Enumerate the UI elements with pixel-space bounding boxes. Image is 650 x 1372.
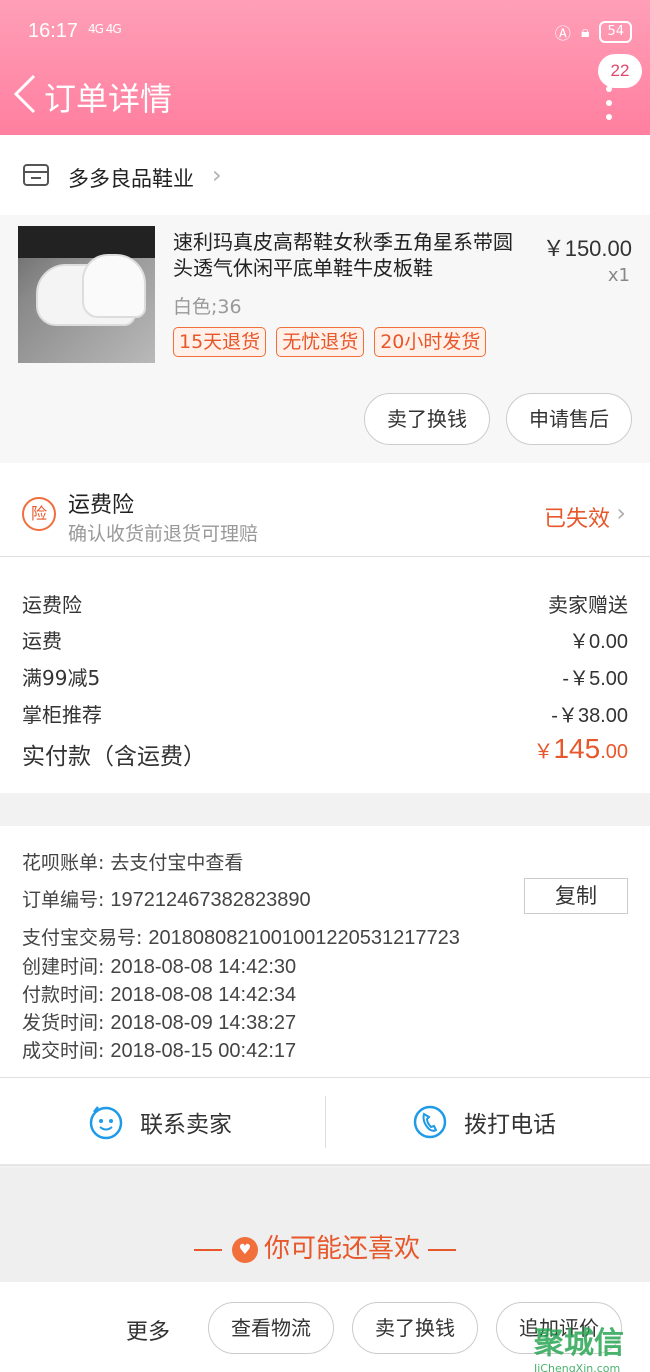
insurance-title: 运费险 (68, 493, 135, 518)
view-logistics-button[interactable]: 查看物流 (208, 1302, 334, 1354)
heart-icon: ♥ (231, 1236, 258, 1263)
chevron-right-icon: › (212, 161, 222, 189)
info-alipay-no: 支付宝交易号: 2018080821001001220531217723 (22, 927, 460, 949)
status-icons: Ⓐ 🔒︎ 54 (555, 20, 632, 44)
info-order-no: 订单编号: 197212467382823890 (22, 889, 311, 911)
total-row: 实付款（含运费） ￥145.00 (22, 733, 628, 773)
cost-label: 掌柜推荐 (22, 703, 102, 727)
more-button[interactable]: 更多 (126, 1314, 170, 1346)
recommend-section: ♥ 你可能还喜欢 (0, 1168, 650, 1282)
contact-bar: 联系卖家 拨打电话 (0, 1078, 650, 1166)
contact-seller-button[interactable]: 联系卖家 (88, 1078, 232, 1166)
huabei-link[interactable]: 去支付宝中查看 (110, 852, 243, 874)
service-tags: 15天退货 无忧退货 20小时发货 (173, 327, 487, 357)
after-sale-button[interactable]: 申请售后 (506, 393, 632, 445)
app-header: 16:17 4G 4G Ⓐ 🔒︎ 54 22 订单详情 (0, 0, 650, 135)
copy-button[interactable]: 复制 (524, 878, 628, 914)
info-created: 创建时间: 2018-08-08 14:42:30 (22, 956, 297, 978)
order-item[interactable]: 速利玛真皮高帮鞋女秋季五角星系带圆头透气休闲平底单鞋牛皮板鞋 ￥150.00 x… (0, 215, 650, 463)
signal-indicator: 4G 4G (88, 22, 122, 36)
status-bar: 16:17 4G 4G Ⓐ 🔒︎ 54 (0, 0, 650, 62)
info-shipped: 发货时间: 2018-08-09 14:38:27 (22, 1012, 297, 1034)
info-paid: 付款时间: 2018-08-08 14:42:34 (22, 984, 297, 1006)
shop-name: 多多良品鞋业 (68, 167, 194, 191)
insurance-subtitle: 确认收货前退货可理赔 (68, 523, 259, 545)
total-label: 实付款（含运费） (22, 744, 206, 770)
more-menu-icon[interactable] (606, 86, 614, 126)
order-info: 花呗账单: 去支付宝中查看 订单编号: 197212467382823890 复制 … (0, 826, 650, 1078)
service-tag: 15天退货 (173, 327, 267, 357)
nav-bar: 订单详情 (0, 62, 650, 135)
lock-icon: 🔒︎ (580, 22, 590, 41)
resell-button[interactable]: 卖了换钱 (364, 393, 490, 445)
insurance-status: 已失效 (543, 507, 610, 532)
cost-label: 运费险 (22, 593, 82, 617)
chevron-left-icon (13, 74, 36, 114)
cost-label: 运费 (22, 629, 62, 653)
cost-row: 运费 ￥0.00 (22, 625, 628, 655)
item-actions: 卖了换钱 申请售后 (364, 393, 632, 445)
call-label: 拨打电话 (464, 1112, 556, 1138)
battery-indicator: 54 (599, 21, 632, 43)
cost-value: -￥38.00 (551, 705, 628, 727)
info-huabei: 花呗账单: 去支付宝中查看 (22, 852, 244, 874)
shop-row[interactable]: 多多良品鞋业 › (0, 135, 650, 215)
product-price: ￥150.00 (542, 236, 632, 261)
product-title: 速利玛真皮高帮鞋女秋季五角星系带圆头透气休闲平底单鞋牛皮板鞋 (173, 230, 513, 280)
shipping-insurance-row[interactable]: 险 运费险 确认收货前退货可理赔 已失效 › (0, 463, 650, 557)
product-image[interactable] (18, 226, 155, 363)
divider (325, 1096, 326, 1148)
insurance-icon: 险 (22, 497, 56, 531)
cost-value: 卖家赠送 (548, 595, 628, 617)
cost-label: 满99减5 (22, 666, 101, 690)
info-completed: 成交时间: 2018-08-15 00:42:17 (22, 1040, 297, 1062)
store-icon (23, 164, 49, 186)
chevron-right-icon: › (616, 499, 626, 527)
recommend-title: ♥ 你可能还喜欢 (0, 1228, 650, 1265)
service-tag: 无忧退货 (276, 327, 365, 357)
contact-seller-label: 联系卖家 (140, 1112, 232, 1138)
cost-value: -￥5.00 (562, 668, 628, 690)
status-time: 16:17 (28, 20, 79, 42)
watermark-logo: 聚城信 JiChengXin.com (534, 1326, 624, 1372)
phone-icon (413, 1105, 447, 1139)
cost-row: 满99减5 -￥5.00 (22, 662, 628, 692)
cost-value: ￥0.00 (569, 631, 628, 653)
page-title: 订单详情 (44, 80, 173, 118)
call-button[interactable]: 拨打电话 (412, 1078, 556, 1166)
cost-row: 运费险 卖家赠送 (22, 589, 628, 619)
cost-row: 掌柜推荐 -￥38.00 (22, 699, 628, 729)
total-amount: ￥145.00 (533, 733, 628, 764)
resell-button[interactable]: 卖了换钱 (352, 1302, 478, 1354)
chat-icon (89, 1106, 123, 1140)
product-spec: 白色;36 (173, 296, 242, 318)
cost-summary: 运费险 卖家赠送 运费 ￥0.00 满99减5 -￥5.00 掌柜推荐 -￥38… (0, 557, 650, 793)
service-tag: 20小时发货 (374, 327, 487, 357)
nfc-icon: Ⓐ (554, 24, 571, 43)
product-quantity: x1 (607, 265, 630, 286)
